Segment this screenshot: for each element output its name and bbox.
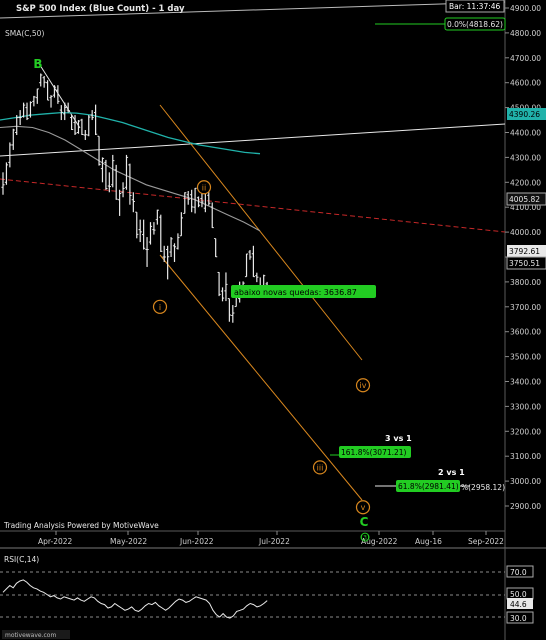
y-tick-label: 3200.00: [510, 427, 541, 436]
wave-label-2: i: [152, 299, 168, 314]
price-tag-high-text: 3792.61: [509, 247, 540, 256]
svg-text:B: B: [33, 57, 42, 71]
y-tick-label: 3000.00: [510, 477, 541, 486]
y-tick-label: 4900.00: [510, 4, 541, 13]
svg-text:v: v: [361, 503, 366, 512]
rsi-30-label: 30.0: [510, 614, 527, 623]
svg-text:iv: iv: [360, 381, 367, 390]
chart-title: S&P 500 Index (Blue Count) - 1 day: [16, 4, 185, 14]
y-tick-label: 4400.00: [510, 129, 541, 138]
target-2958-text: %(2958.12): [461, 483, 505, 492]
y-tick-label: 4200.00: [510, 178, 541, 187]
wave-label-4: iii: [312, 460, 328, 475]
svg-text:C: C: [360, 515, 369, 529]
y-tick-label: 3600.00: [510, 328, 541, 337]
rsi-70-label: 70.0: [510, 568, 527, 577]
target-618-text: 61.8%(2981.41): [398, 482, 459, 491]
y-tick-label: 4800.00: [510, 29, 541, 38]
price-tag-long-text: 4005.82: [509, 195, 540, 204]
y-tick-label: 4700.00: [510, 54, 541, 63]
y-tick-label: 3500.00: [510, 353, 541, 362]
x-tick-label: Aug-16: [415, 537, 442, 546]
x-tick-label: Sep-2022: [468, 537, 504, 546]
price-tag-sma-text: 4390.26: [509, 110, 540, 119]
x-tick-label: Jun-2022: [179, 537, 214, 546]
y-tick-label: 3300.00: [510, 402, 541, 411]
y-tick-label: 2900.00: [510, 502, 541, 511]
x-tick-label: May-2022: [110, 537, 147, 546]
y-tick-label: 3800.00: [510, 278, 541, 287]
y-tick-label: 4600.00: [510, 79, 541, 88]
bar-time-label: Bar: 11:37:46: [449, 2, 501, 11]
site-label: motivewave.com: [5, 632, 56, 639]
x-tick-label: Apr-2022: [38, 537, 73, 546]
y-tick-label: 4300.00: [510, 153, 541, 162]
chart-canvas: 2900.00 3000.00 3100.00 3200.00 3300.00 3400.…: [0, 0, 546, 640]
wave-label-0: B: [33, 57, 42, 71]
fib-zero-label: 0.0%(4818.62): [447, 20, 503, 29]
svg-text:iii: iii: [317, 463, 324, 472]
wave-label-7: (3): [360, 532, 370, 542]
y-tick-label: 3400.00: [510, 378, 541, 387]
wave-label-1: ii: [196, 180, 212, 195]
svg-text:(3): (3): [361, 535, 370, 542]
rsi-50-label: 50.0: [510, 590, 527, 599]
ratio-3vs1: 3 vs 1: [385, 434, 412, 443]
y-tick-label: 4000.00: [510, 228, 541, 237]
y-tick-label: 3100.00: [510, 452, 541, 461]
svg-text:ii: ii: [202, 183, 206, 192]
wave-label-3: iv: [355, 378, 371, 393]
target-quedas-text: abaixo novas quedas: 3636.87: [234, 288, 357, 297]
y-tick-label: 3700.00: [510, 303, 541, 312]
rsi-value-label: 44.6: [510, 600, 527, 609]
sma-legend: SMA(C,50): [5, 29, 44, 38]
wave-label-5: v: [355, 500, 371, 515]
target-161-text: 161.8%(3071.21): [341, 448, 407, 457]
x-tick-label: Jul-2022: [258, 537, 290, 546]
price-tag-last-text: 3750.51: [509, 259, 540, 268]
svg-text:i: i: [159, 303, 161, 312]
ratio-2vs1: 2 vs 1: [438, 468, 465, 477]
powered-by-text: Trading Analysis Powered by MotiveWave: [3, 521, 159, 530]
rsi-legend: RSI(C,14): [4, 555, 39, 564]
wave-label-6: C: [360, 515, 369, 529]
